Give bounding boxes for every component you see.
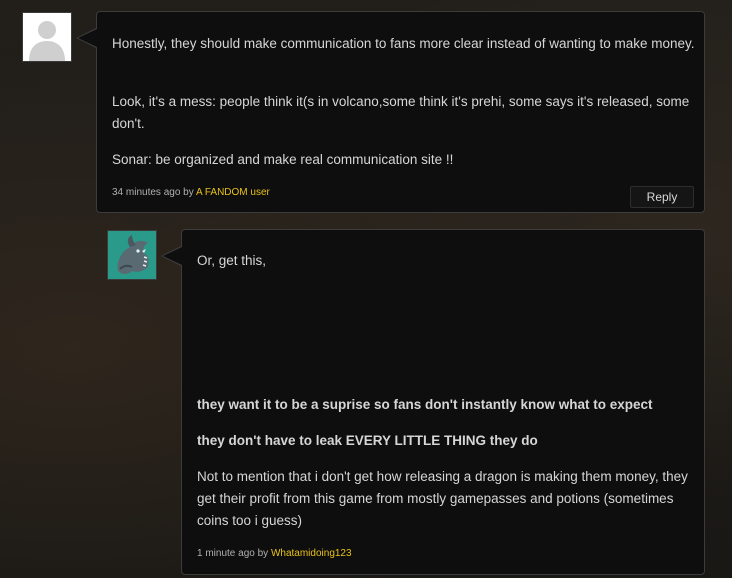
comment-paragraph: Or, get this, bbox=[197, 253, 267, 268]
user-avatar[interactable] bbox=[22, 12, 72, 62]
comment-author-link[interactable]: A FANDOM user bbox=[196, 187, 270, 198]
dragon-avatar-icon bbox=[108, 231, 156, 279]
comment-paragraph: Look, it's a mess: people think it(s in … bbox=[112, 94, 690, 131]
reply-button[interactable]: Reply bbox=[630, 186, 694, 208]
comment-timestamp: 34 minutes ago by bbox=[112, 187, 194, 198]
comment-paragraph: Honestly, they should make communication… bbox=[112, 36, 695, 51]
comment-meta: 34 minutes ago by A FANDOM user bbox=[112, 187, 270, 198]
comment-author-link[interactable]: Whatamidoing123 bbox=[271, 548, 352, 559]
user-avatar[interactable] bbox=[107, 230, 157, 280]
comment-paragraph: Sonar: be organized and make real commun… bbox=[112, 152, 454, 167]
bubble-tail-fill bbox=[163, 247, 182, 265]
comment-paragraph-bold: they don't have to leak EVERY LITTLE THI… bbox=[197, 433, 538, 448]
default-user-icon bbox=[23, 13, 71, 61]
comments-page: Honestly, they should make communication… bbox=[0, 0, 732, 578]
comment-paragraph: Not to mention that i don't get how rele… bbox=[197, 469, 688, 528]
bubble-tail-fill bbox=[78, 29, 97, 47]
comment-timestamp: 1 minute ago by bbox=[197, 548, 269, 559]
comment-meta: 1 minute ago by Whatamidoing123 bbox=[197, 548, 352, 559]
comment-paragraph-bold: they want it to be a suprise so fans don… bbox=[197, 397, 653, 412]
